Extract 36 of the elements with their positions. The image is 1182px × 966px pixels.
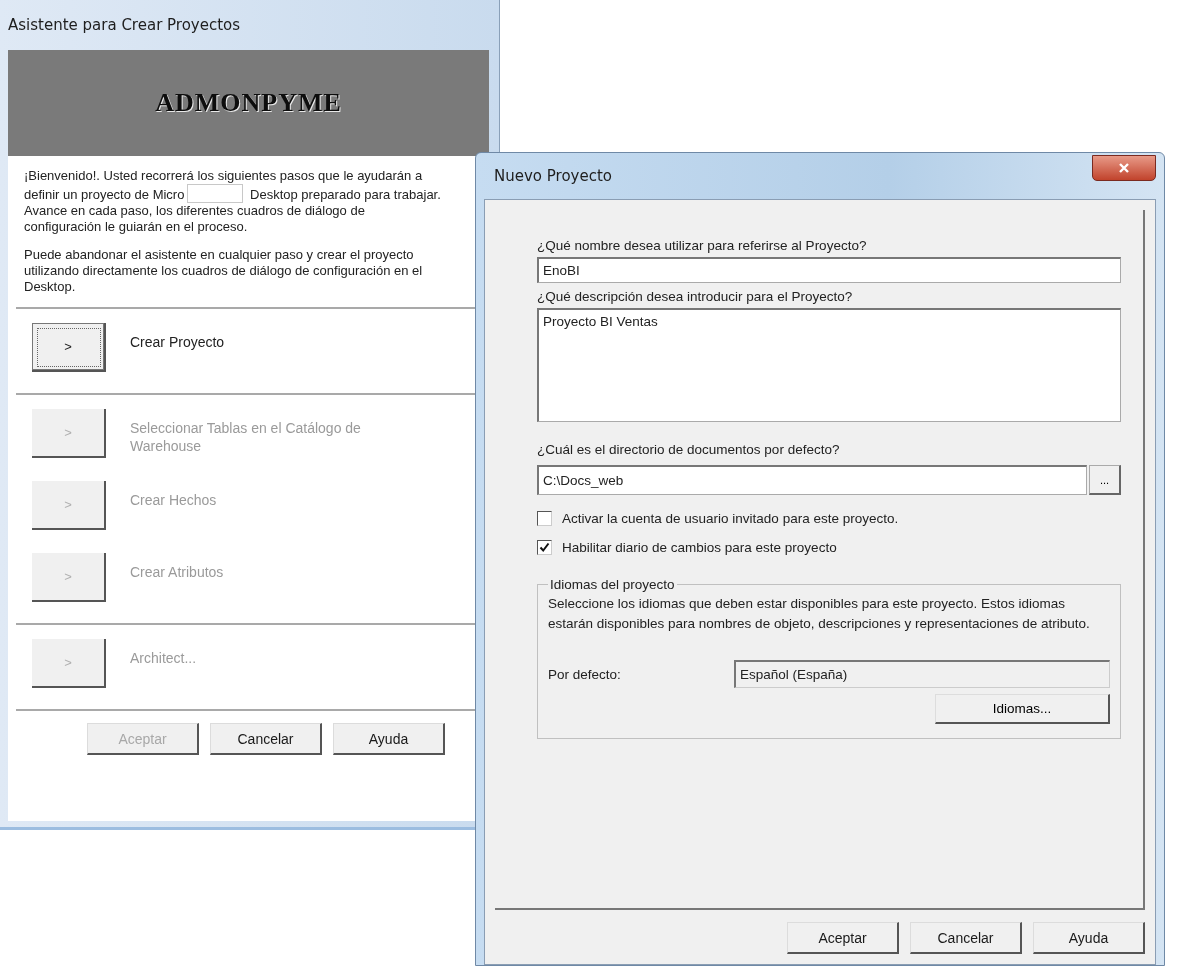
dialog-button[interactable]: Ayuda: [1033, 922, 1145, 954]
close-button[interactable]: [1092, 155, 1156, 181]
dialog-button[interactable]: Ayuda: [333, 723, 445, 755]
step-label: Crear Proyecto: [130, 333, 226, 351]
languages-button[interactable]: Idiomas...: [935, 694, 1110, 724]
window-title: Nuevo Proyecto: [493, 167, 612, 185]
redacted-box: [187, 184, 244, 203]
window-title: Asistente para Crear Proyectos: [8, 15, 242, 36]
checkbox[interactable]: [537, 540, 552, 555]
logo-banner: ADMONPYME: [8, 50, 489, 156]
step-button[interactable]: >: [32, 323, 106, 372]
checkbox-label: Habilitar diario de cambios para este proyecto: [562, 540, 837, 555]
info-text: Puede abandonar el asistente en cualquier paso y crear el proyecto utilizando directamente los cuadros de diálogo de configuración en el Desktop.: [24, 247, 424, 295]
field-label: ¿Qué nombre desea utilizar para referirse al Proyecto?: [537, 238, 868, 253]
dialog-button[interactable]: Aceptar: [787, 922, 899, 954]
browse-button[interactable]: ...: [1089, 465, 1121, 495]
checkbox[interactable]: [537, 511, 552, 526]
default-language-field[interactable]: Español (España): [734, 660, 1110, 688]
welcome-text: ¡Bienvenido!. Usted recorrerá los siguientes pasos que le ayudarán a definir un proyecto de Micro Desktop preparado para trabajar. Avance en cada paso, los diferentes cuadros de diálogo de configuración le guiarán en el proceso.: [24, 168, 442, 235]
step-label: Architect...: [130, 649, 198, 667]
dialog-button[interactable]: Cancelar: [210, 723, 322, 755]
checkbox-label: Activar la cuenta de usuario invitado para este proyecto.: [562, 511, 899, 526]
step-label: Seleccionar Tablas en el Catálogo de Warehouse: [130, 419, 362, 455]
field-label: ¿Qué descripción desea introducir para el Proyecto?: [537, 289, 854, 304]
group-legend: Idiomas del proyecto: [548, 577, 677, 592]
description-field[interactable]: Proyecto BI Ventas: [537, 308, 1121, 422]
field-label: Por defecto:: [548, 666, 622, 682]
close-icon: [1118, 162, 1130, 174]
check-icon: [539, 542, 550, 553]
directory-field[interactable]: C:\Docs_web: [537, 465, 1087, 495]
dialog-button[interactable]: Cancelar: [910, 922, 1022, 954]
field-label: ¿Cuál es el directorio de documentos por defecto?: [537, 442, 841, 457]
step-label: Crear Hechos: [130, 491, 218, 509]
name-field[interactable]: EnoBI: [537, 257, 1121, 283]
languages-description: Seleccione los idiomas que deben estar disponibles para este proyecto. Estos idiomas estarán disponibles para nombres de objeto, descripciones y representaciones de atributo.: [548, 595, 1091, 633]
step-label: Crear Atributos: [130, 563, 225, 581]
